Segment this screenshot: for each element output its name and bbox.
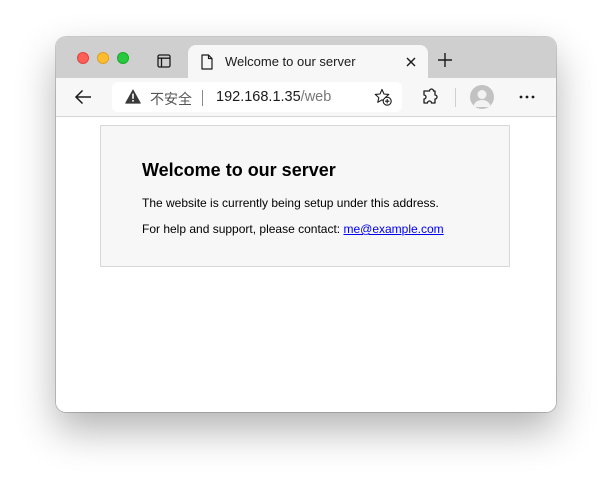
window-minimize-button[interactable] — [97, 52, 109, 64]
setup-message: The website is currently being setup und… — [142, 196, 439, 210]
page-content: Welcome to our server The website is cur… — [56, 117, 556, 412]
close-icon[interactable] — [404, 55, 418, 69]
url-path: /web — [300, 89, 332, 105]
contact-message: For help and support, please contact: me… — [142, 222, 444, 236]
page-icon — [201, 54, 213, 70]
warning-triangle-icon[interactable] — [125, 89, 141, 104]
contact-label: For help and support, please contact: — [142, 222, 344, 236]
url-host: 192.168.1.35 — [216, 89, 301, 105]
window-close-button[interactable] — [77, 52, 89, 64]
ellipsis-icon[interactable] — [519, 95, 535, 99]
plus-icon[interactable] — [437, 52, 453, 68]
active-tab[interactable]: Welcome to our server — [188, 45, 428, 78]
contact-email-link[interactable]: me@example.com — [343, 222, 443, 236]
welcome-panel: Welcome to our server The website is cur… — [100, 125, 510, 267]
browser-window: Welcome to our server 不安全 192.168.1.35/w… — [56, 37, 556, 412]
avatar-icon[interactable] — [470, 85, 494, 109]
tab-title: Welcome to our server — [225, 54, 356, 69]
address-bar[interactable]: 不安全 192.168.1.35/web — [112, 82, 402, 112]
address-divider — [202, 90, 203, 106]
navigation-toolbar: 不安全 192.168.1.35/web — [56, 78, 556, 117]
toolbar-divider — [455, 88, 456, 107]
url-text[interactable]: 192.168.1.35/web — [216, 89, 331, 105]
arrow-left-icon[interactable] — [74, 89, 92, 105]
star-plus-icon[interactable] — [374, 88, 392, 106]
tab-actions-icon[interactable] — [157, 54, 171, 68]
puzzle-icon[interactable] — [422, 88, 440, 106]
security-status-label[interactable]: 不安全 — [150, 89, 192, 109]
window-maximize-button[interactable] — [117, 52, 129, 64]
page-title: Welcome to our server — [142, 160, 336, 180]
tab-strip: Welcome to our server — [56, 37, 556, 78]
